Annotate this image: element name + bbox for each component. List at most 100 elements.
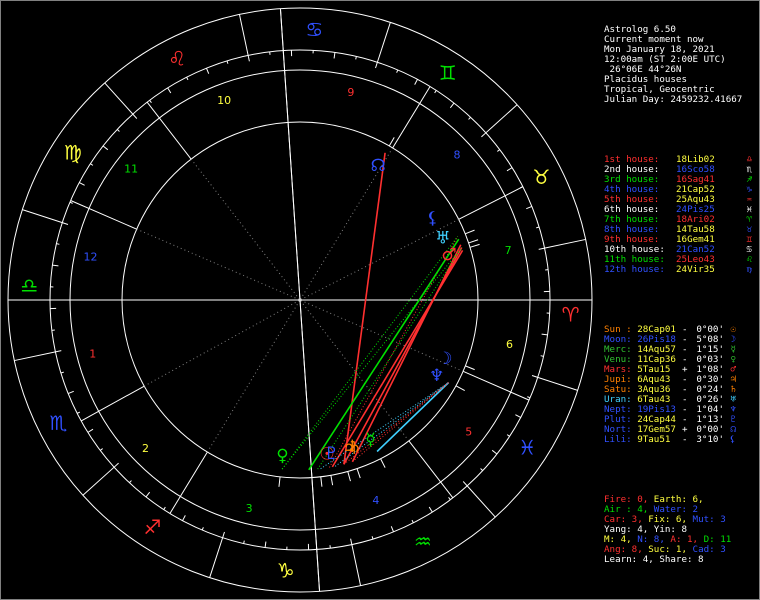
aspect-line <box>308 238 460 471</box>
degree-tick <box>480 468 484 471</box>
house-cusp-line <box>169 451 208 514</box>
degree-tick <box>201 527 204 531</box>
planet-position: 14Aqu57 <box>631 345 676 355</box>
planet-position: 6Aqu43 <box>631 375 671 385</box>
house-cusp-dotted <box>190 158 301 301</box>
house-cusp-value: 21Can52 <box>676 245 715 255</box>
degree-tick <box>428 506 433 513</box>
house-row: 2nd house: 16Sco58 ♏ <box>604 165 758 175</box>
body-tick <box>347 471 351 482</box>
degree-tick <box>243 540 245 544</box>
planet-glyph-icon: ♅ <box>435 228 450 248</box>
stat-part: Mut: 3 <box>692 514 726 525</box>
stat-row: Learn: 4, Share: 8 <box>604 555 758 565</box>
body-tick <box>468 239 479 244</box>
house-number: 12 <box>83 251 97 264</box>
planet-position: 9Tau51 <box>631 435 671 445</box>
degree-tick <box>390 526 394 533</box>
degree-tick <box>333 52 336 59</box>
planet-name: Merc: 14Aqu57 <box>604 345 676 355</box>
house-label: 8th house: <box>604 225 660 235</box>
planet-position: 3Aqu36 <box>631 385 671 395</box>
degree-tick <box>355 56 357 60</box>
degree-tick <box>448 497 451 501</box>
sign-boundary <box>537 376 578 391</box>
planet-name: Venu: 11Cap36 <box>604 355 676 365</box>
house-cusp-dotted <box>206 299 301 453</box>
planet-glyph-icon: ⚸ <box>426 209 438 229</box>
house-label: 10th house: <box>604 245 665 255</box>
planet-position: 24Cap44 <box>631 415 676 425</box>
header-line: Julian Day: 2459232.41667 <box>604 94 743 105</box>
degree-tick <box>226 60 229 64</box>
house-row: 7th house: 18Ari02 ♈ <box>604 215 758 225</box>
house-label: 4th house: <box>604 185 660 195</box>
degree-tick <box>67 390 74 394</box>
zodiac-sign-icon: ♈ <box>562 302 580 326</box>
degree-tick <box>462 481 468 487</box>
planet-speed: 0°26' <box>696 395 724 405</box>
planet-position: 5Tau15 <box>631 365 671 375</box>
zodiac-sign-icon: ♋ <box>305 17 323 41</box>
planet-label: Mars: <box>604 365 632 375</box>
house-label: 9th house: <box>604 235 660 245</box>
chart-wheel[interactable]: ♈♉♊♋♌♍♎♏♐♑♒♓123456789101112☉☽☿♀♂♃♄♅♆♇☊⚸ <box>0 0 600 600</box>
planet-label: Satu: <box>604 385 632 395</box>
house-label: 12th house: <box>604 265 665 275</box>
house-cusp-list: 1st house: 18Lib02 ♎ 2nd house: 16Sco58 ♏ 3rd … <box>604 155 758 275</box>
info-panel: Astrolog 6.50 Current moment now Mon Janua… <box>604 5 758 575</box>
planet-speed: 5°08' <box>696 335 724 345</box>
sign-boundary <box>238 14 249 56</box>
house-cusp-line <box>462 370 530 401</box>
planet-label: Venu: <box>604 355 632 365</box>
degree-tick <box>375 62 378 69</box>
sign-boundary <box>14 351 56 362</box>
planet-name: Mars: 5Tau15 <box>604 365 676 375</box>
house-number: 4 <box>372 494 379 507</box>
house-cusp-value: 16Sag41 <box>676 175 715 185</box>
degree-tick <box>449 102 455 109</box>
degree-tick <box>538 247 545 250</box>
sign-boundary <box>351 544 362 586</box>
degree-tick <box>396 69 399 73</box>
degree-tick <box>99 448 103 451</box>
degree-tick <box>371 536 374 540</box>
degree-tick <box>52 264 59 267</box>
planet-glyph-icon: ♄ <box>347 437 362 457</box>
degree-tick <box>541 333 548 336</box>
planet-name: Plut: 24Cap44 <box>604 415 676 425</box>
zodiac-sign-icon: ♓ <box>518 436 536 460</box>
house-number: 10 <box>217 94 231 107</box>
house-row: 10th house: 21Can52 ♋ <box>604 245 758 255</box>
planet-position: 17Gem57R <box>637 425 676 435</box>
house-label: 5th house: <box>604 195 660 205</box>
degree-tick <box>222 531 225 538</box>
body-tick <box>465 229 475 235</box>
planet-glyph-icon: ☿ <box>365 430 375 450</box>
sign-boundary <box>466 485 496 518</box>
aspect-line <box>343 152 386 465</box>
sign-boundary <box>82 466 115 496</box>
body-tick <box>465 365 475 371</box>
house-cusp-value: 18Ari02 <box>676 215 715 225</box>
planet-label: Lili: <box>604 435 632 445</box>
degree-tick <box>206 67 210 74</box>
planet-speed: 1°08' <box>696 365 724 375</box>
zodiac-sign-icon: ♒ <box>414 530 432 554</box>
planet-name: Sun : 28Cap01 <box>604 325 676 335</box>
planet-name: Uran: 6Tau43 <box>604 395 676 405</box>
degree-tick <box>186 76 189 81</box>
degree-tick <box>149 99 152 103</box>
degree-tick <box>62 222 69 225</box>
body-tick <box>388 137 395 147</box>
house-cusp-value: 14Tau58 <box>676 225 715 235</box>
planet-position: 19Pis13 <box>631 405 676 415</box>
planet-row: Lili: 9Tau51-3°10' ⚸ <box>604 435 758 445</box>
planet-label: Merc: <box>604 345 632 355</box>
sign-icon: ♍ <box>746 264 752 275</box>
planet-speed: 0°00' <box>696 425 724 435</box>
house-cusp-value: 25Leo43 <box>676 255 715 265</box>
sign-boundary <box>209 537 224 578</box>
house-row: 11th house: 25Leo43 ♌ <box>604 255 758 265</box>
sign-boundary <box>376 22 391 63</box>
